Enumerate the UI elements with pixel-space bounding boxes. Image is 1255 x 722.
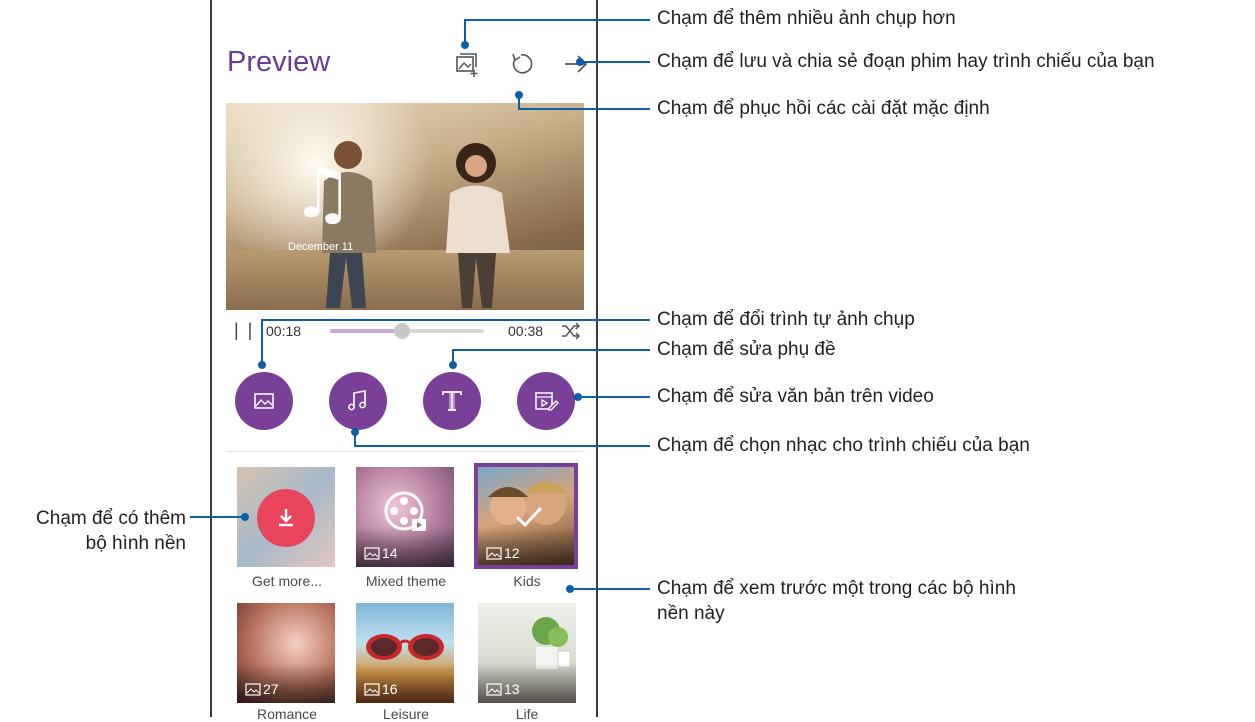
callout-reorder: Chạm để đổi trình tự ảnh chụp [657, 309, 915, 330]
callout-line: Chạm để xem trước một trong các bộ hình [657, 578, 1016, 599]
callout-preview-theme: Chạm để xem trước một trong các bộ hình … [657, 577, 1016, 626]
callout-lines [190, 19, 650, 593]
callout-line: bộ hình nền [85, 532, 186, 554]
callout-more-backgrounds: Chạm để có thêm bộ hình nền [0, 507, 186, 556]
callout-line: nền này [657, 602, 725, 624]
callout-save-share: Chạm để lưu và chia sẻ đoạn phim hay trì… [657, 51, 1155, 72]
callout-edit-subtitle: Chạm để sửa phụ đề [657, 339, 836, 360]
callout-restore-defaults: Chạm để phục hồi các cài đặt mặc định [657, 98, 990, 119]
callout-line: Chạm để có thêm [36, 508, 186, 529]
callout-edit-video-text: Chạm để sửa văn bản trên video [657, 386, 934, 407]
callout-choose-music: Chạm để chọn nhạc cho trình chiếu của bạ… [657, 435, 1030, 456]
callout-more-photos: Chạm để thêm nhiều ảnh chụp hơn [657, 8, 956, 29]
